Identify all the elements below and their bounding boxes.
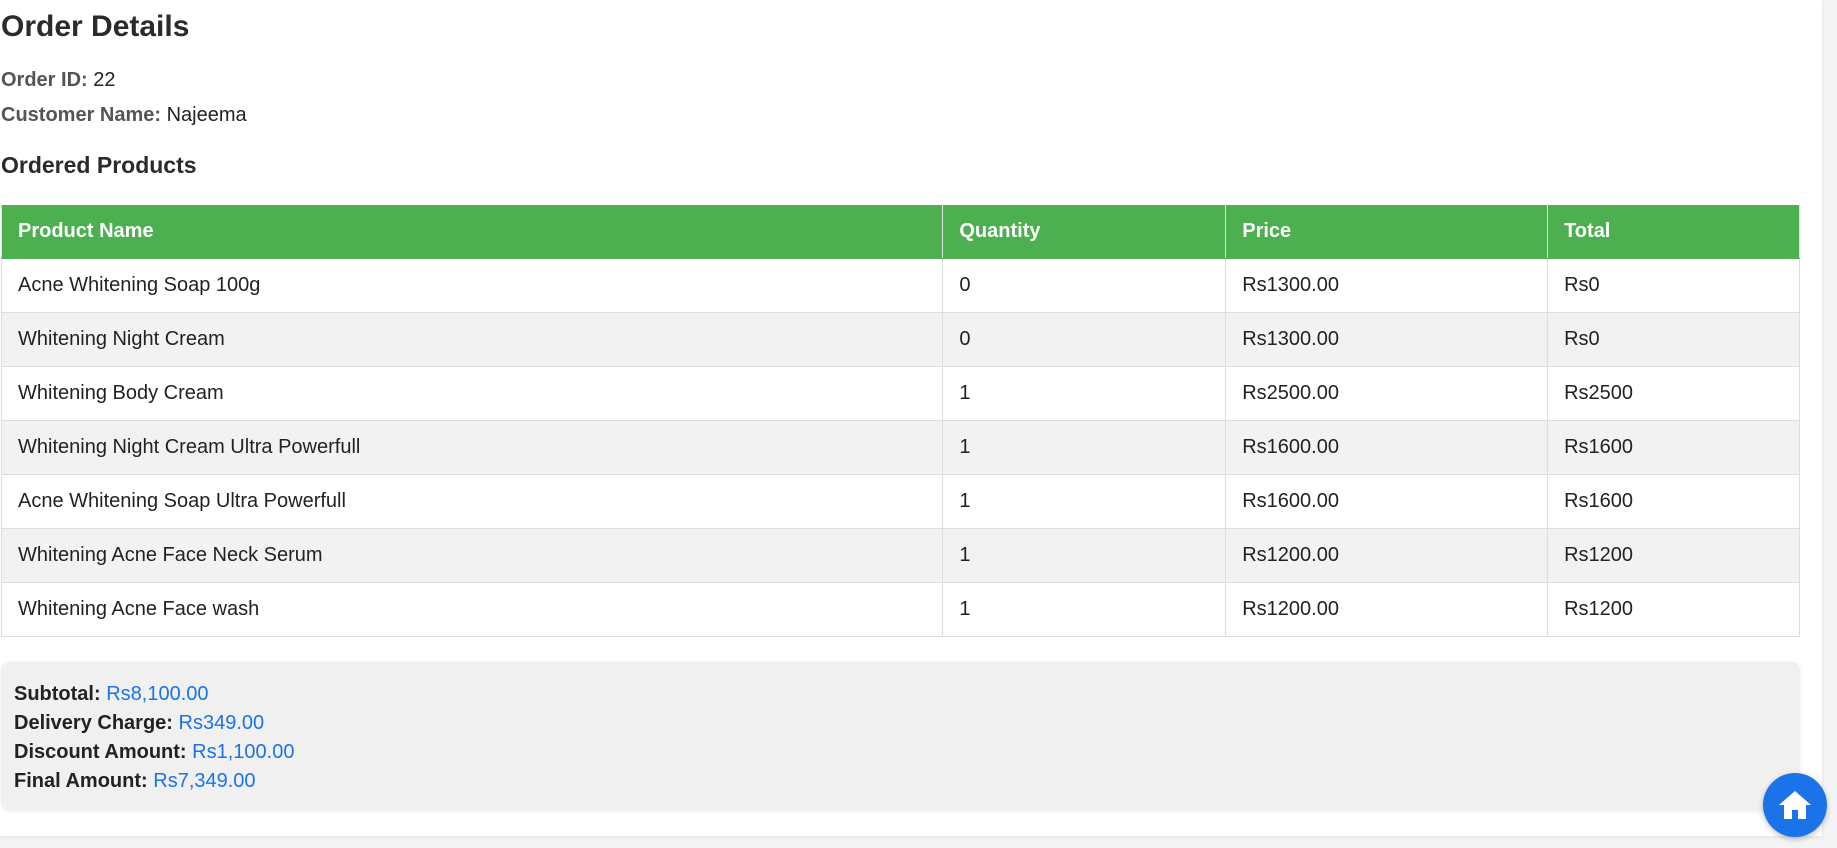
product-name-cell: Whitening Night Cream xyxy=(0,312,944,367)
column-header-price: Price xyxy=(1225,204,1549,259)
order-summary-box: Subtotal: Rs8,100.00 Delivery Charge: Rs… xyxy=(1,662,1800,810)
ordered-products-table: Product Name Quantity Price Total Acne W… xyxy=(0,204,1800,637)
quantity-cell: 1 xyxy=(942,582,1227,637)
price-cell: Rs1300.00 xyxy=(1225,258,1549,313)
discount-amount-value: Rs1,100.00 xyxy=(192,741,295,763)
final-amount-line: Final Amount: Rs7,349.00 xyxy=(14,767,1787,796)
table-row: Whitening Body Cream 1 Rs2500.00 Rs2500 xyxy=(0,366,1800,421)
table-header-row: Product Name Quantity Price Total xyxy=(0,204,1800,259)
page-title: Order Details xyxy=(1,10,190,43)
product-name-cell: Whitening Acne Face wash xyxy=(0,582,944,637)
ordered-products-heading: Ordered Products xyxy=(1,152,197,178)
order-id-value: 22 xyxy=(93,69,116,91)
page-scrollbar[interactable] xyxy=(1824,0,1837,848)
price-cell: Rs2500.00 xyxy=(1225,366,1549,421)
total-cell: Rs1200 xyxy=(1547,528,1800,583)
quantity-cell: 1 xyxy=(942,528,1227,583)
customer-name-line: Customer Name: Najeema xyxy=(1,104,247,127)
order-id-line: Order ID: 22 xyxy=(1,69,116,92)
table-row: Acne Whitening Soap 100g 0 Rs1300.00 Rs0 xyxy=(0,258,1800,313)
total-cell: Rs2500 xyxy=(1547,366,1800,421)
total-cell: Rs0 xyxy=(1547,312,1800,367)
price-cell: Rs1600.00 xyxy=(1225,474,1549,529)
product-name-cell: Acne Whitening Soap Ultra Powerfull xyxy=(0,474,944,529)
order-id-label: Order ID: xyxy=(1,69,88,91)
home-button[interactable] xyxy=(1763,773,1827,837)
delivery-charge-label: Delivery Charge: xyxy=(14,712,173,734)
quantity-cell: 1 xyxy=(942,474,1227,529)
delivery-charge-value: Rs349.00 xyxy=(178,712,265,734)
price-cell: Rs1200.00 xyxy=(1225,528,1549,583)
discount-amount-label: Discount Amount: xyxy=(14,741,187,763)
total-cell: Rs1600 xyxy=(1547,420,1800,475)
product-name-cell: Acne Whitening Soap 100g xyxy=(0,258,944,313)
quantity-cell: 0 xyxy=(942,258,1227,313)
table-row: Acne Whitening Soap Ultra Powerfull 1 Rs… xyxy=(0,474,1800,529)
order-details-page: Order Details Order ID: 22 Customer Name… xyxy=(0,0,1822,836)
table-row: Whitening Acne Face wash 1 Rs1200.00 Rs1… xyxy=(0,582,1800,637)
final-amount-value: Rs7,349.00 xyxy=(153,770,256,792)
table-row: Whitening Night Cream Ultra Powerfull 1 … xyxy=(0,420,1800,475)
price-cell: Rs1600.00 xyxy=(1225,420,1549,475)
quantity-cell: 1 xyxy=(942,366,1227,421)
table-row: Whitening Night Cream 0 Rs1300.00 Rs0 xyxy=(0,312,1800,367)
quantity-cell: 1 xyxy=(942,420,1227,475)
customer-name-label: Customer Name: xyxy=(1,104,162,126)
price-cell: Rs1300.00 xyxy=(1225,312,1549,367)
total-cell: Rs0 xyxy=(1547,258,1800,313)
quantity-cell: 0 xyxy=(942,312,1227,367)
product-name-cell: Whitening Acne Face Neck Serum xyxy=(0,528,944,583)
subtotal-line: Subtotal: Rs8,100.00 xyxy=(14,680,1787,709)
column-header-quantity: Quantity xyxy=(942,204,1227,259)
total-cell: Rs1200 xyxy=(1547,582,1800,637)
table-row: Whitening Acne Face Neck Serum 1 Rs1200.… xyxy=(0,528,1800,583)
final-amount-label: Final Amount: xyxy=(14,770,148,792)
delivery-charge-line: Delivery Charge: Rs349.00 xyxy=(14,709,1787,738)
total-cell: Rs1600 xyxy=(1547,474,1800,529)
price-cell: Rs1200.00 xyxy=(1225,582,1549,637)
home-icon xyxy=(1779,791,1811,819)
subtotal-label: Subtotal: xyxy=(14,683,101,705)
column-header-total: Total xyxy=(1547,204,1800,259)
product-name-cell: Whitening Body Cream xyxy=(0,366,944,421)
subtotal-value: Rs8,100.00 xyxy=(106,683,209,705)
discount-amount-line: Discount Amount: Rs1,100.00 xyxy=(14,738,1787,767)
column-header-product-name: Product Name xyxy=(0,204,944,259)
product-name-cell: Whitening Night Cream Ultra Powerfull xyxy=(0,420,944,475)
customer-name-value: Najeema xyxy=(166,104,247,126)
